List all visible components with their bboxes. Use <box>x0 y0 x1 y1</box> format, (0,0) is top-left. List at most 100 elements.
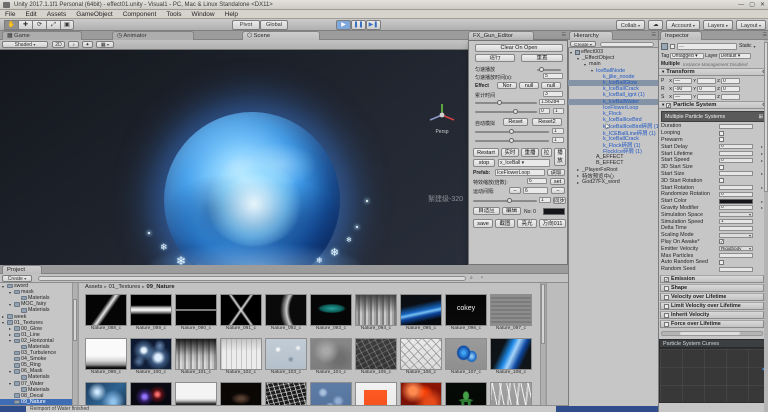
update-button[interactable]: 重置 <box>521 54 563 62</box>
tag-dropdown[interactable]: Untagged ▾ <box>670 53 704 59</box>
hierarchy-search-input[interactable] <box>600 42 654 47</box>
tool-icon[interactable]: ⟳ <box>32 20 46 30</box>
asset-item[interactable] <box>355 382 397 405</box>
property-row[interactable]: Emitter Velocity Rigidbody Rigidbody▾ ▸ <box>659 245 765 252</box>
curve-arrow-icon[interactable]: ▸ <box>761 151 763 156</box>
asset-item[interactable] <box>445 382 487 405</box>
property-row[interactable]: Start Size ▾ ▸ <box>659 171 765 178</box>
component-checkbox[interactable]: ✓ <box>666 103 671 108</box>
property-row[interactable]: Play On Awake* ▾ ✓ ✓ ▸ <box>659 239 765 246</box>
property-row[interactable]: 3D Start Size ▾ ▸ <box>659 164 765 171</box>
module-bar[interactable]: Velocity over Lifetime <box>660 293 764 301</box>
add-icon[interactable]: ⊞ <box>758 114 763 120</box>
property-row[interactable]: Duration ▾ ▸ <box>659 123 765 130</box>
audio-toggle-icon[interactable]: ♪ <box>68 41 79 48</box>
step-button[interactable]: ▶❚ <box>366 20 381 30</box>
status-badge[interactable] <box>0 406 26 412</box>
inspector-scrollbar[interactable] <box>764 40 768 412</box>
property-checkbox-checked[interactable]: ✓ <box>719 239 724 244</box>
asset-item[interactable]: Nature_101_c <box>175 338 217 376</box>
create-button[interactable]: Create ▾ <box>2 275 32 282</box>
search-filter-icon[interactable]: ⌕ <box>470 275 478 282</box>
property-row[interactable]: Simulation Space ▾ ▸ <box>659 211 765 218</box>
gizmos-dropdown[interactable]: ▦ ▾ <box>96 41 114 48</box>
tab-inspector[interactable]: Inspector <box>660 31 702 40</box>
asset-item[interactable] <box>310 382 352 405</box>
menu-item[interactable]: Component <box>118 10 162 19</box>
collab-button[interactable]: Collab ▾ <box>616 20 645 30</box>
asset-item[interactable]: Nature_091_c <box>220 294 262 332</box>
pause-button[interactable]: ❚❚ <box>351 20 366 30</box>
foldout-arrow-icon[interactable]: ▾ <box>662 69 664 75</box>
property-row[interactable]: Start Speed 0 0▾ ▸ <box>659 157 765 164</box>
menu-item[interactable]: Edit <box>20 10 41 19</box>
property-checkbox[interactable] <box>719 260 724 265</box>
asset-thumbnail[interactable] <box>85 382 127 405</box>
asset-item[interactable]: Nature_089_c <box>130 294 172 332</box>
curve-arrow-icon[interactable]: ▸ <box>761 171 763 176</box>
effect-select-dropdown[interactable]: x_IceBall ▾ <box>498 159 550 167</box>
scale-y-field[interactable] <box>697 94 716 100</box>
asset-thumbnail[interactable] <box>175 338 217 370</box>
reset-button[interactable]: Reset <box>503 118 528 126</box>
close-icon[interactable]: ✕ <box>760 0 765 10</box>
screenshot-button[interactable]: 截图 <box>495 219 515 228</box>
module-checkbox[interactable] <box>664 295 669 300</box>
menu-item[interactable]: Help <box>220 10 243 19</box>
start-color-swatch[interactable] <box>719 199 753 204</box>
asset-thumbnail[interactable] <box>265 294 307 326</box>
property-row[interactable]: Random Seed ▾ ▸ <box>659 266 765 273</box>
asset-item[interactable]: Nature_102_c <box>220 338 262 376</box>
tool-icon[interactable]: ⤢ <box>46 20 60 30</box>
property-row[interactable]: Randomize Rotation 0 0▾ ▸ <box>659 191 765 198</box>
asset-item[interactable] <box>85 382 127 405</box>
account-dropdown[interactable]: Account ▾ <box>666 20 699 30</box>
breadcrumb-assets[interactable]: Assets <box>85 284 102 290</box>
grid-scrollbar[interactable] <box>540 283 545 405</box>
adapt-button[interactable]: 自适应 <box>473 207 500 215</box>
sim-value-2[interactable]: 1 <box>552 137 564 143</box>
effect-null1-button[interactable]: null <box>519 82 539 89</box>
asset-thumbnail[interactable] <box>310 382 352 405</box>
folder-row[interactable]: 09_Nature <box>0 399 72 405</box>
scale-field[interactable]: 6 <box>527 178 547 184</box>
asset-item[interactable]: Nature_092_c <box>265 294 307 332</box>
property-field[interactable]: 0 <box>719 205 753 210</box>
project-search-input[interactable] <box>38 276 466 282</box>
reset2-button[interactable]: Reset2 <box>532 118 562 126</box>
asset-item[interactable]: Nature_106_c <box>400 338 442 376</box>
rot-y-field[interactable]: 0 <box>697 86 716 92</box>
asset-thumbnail[interactable] <box>400 294 442 326</box>
property-row[interactable]: Scaling Mode ▾ ▸ <box>659 232 765 239</box>
property-field[interactable]: 0 <box>719 158 753 163</box>
sync-button[interactable]: 同步 <box>553 197 566 204</box>
asset-item[interactable] <box>265 382 307 405</box>
create-button[interactable]: Create ▾ <box>570 41 596 47</box>
particle-system-header[interactable]: ▾ ✓ Particle System ⚙ <box>659 101 768 109</box>
menu-item[interactable]: Assets <box>42 10 72 19</box>
asset-thumbnail[interactable] <box>85 338 127 370</box>
property-row[interactable]: Auto Random Seed ▾ ▸ <box>659 259 765 266</box>
scale-slider[interactable] <box>473 200 537 202</box>
stop-button[interactable]: stop <box>473 159 495 167</box>
asset-thumbnail[interactable] <box>490 338 532 370</box>
minus2-button[interactable]: − <box>551 187 565 194</box>
sim-slider-1[interactable] <box>475 131 549 133</box>
asset-thumbnail[interactable] <box>310 338 352 370</box>
property-row[interactable]: Start Color ▾ ▸ <box>659 198 765 205</box>
curve-arrow-icon[interactable]: ▸ <box>761 199 763 204</box>
replay-button[interactable]: 重播 <box>521 148 539 157</box>
property-field[interactable] <box>719 253 753 258</box>
realtime-button[interactable]: 实时 <box>501 148 519 157</box>
module-checkbox[interactable]: ✓ <box>664 277 669 282</box>
range-min-field[interactable]: 0 <box>539 108 550 114</box>
asset-thumbnail[interactable] <box>175 382 217 405</box>
curve-arrow-icon[interactable]: ▸ <box>761 158 763 163</box>
asset-item[interactable]: Nature_107_c <box>445 338 487 376</box>
pos-y-field[interactable] <box>697 78 716 84</box>
property-field[interactable]: 0 <box>719 192 753 197</box>
asset-thumbnail[interactable] <box>355 382 397 405</box>
curve-arrow-icon[interactable]: ▸ <box>761 144 763 149</box>
static-label[interactable]: Static <box>739 43 752 49</box>
breadcrumb-textures[interactable]: 01_Textures <box>109 284 141 290</box>
